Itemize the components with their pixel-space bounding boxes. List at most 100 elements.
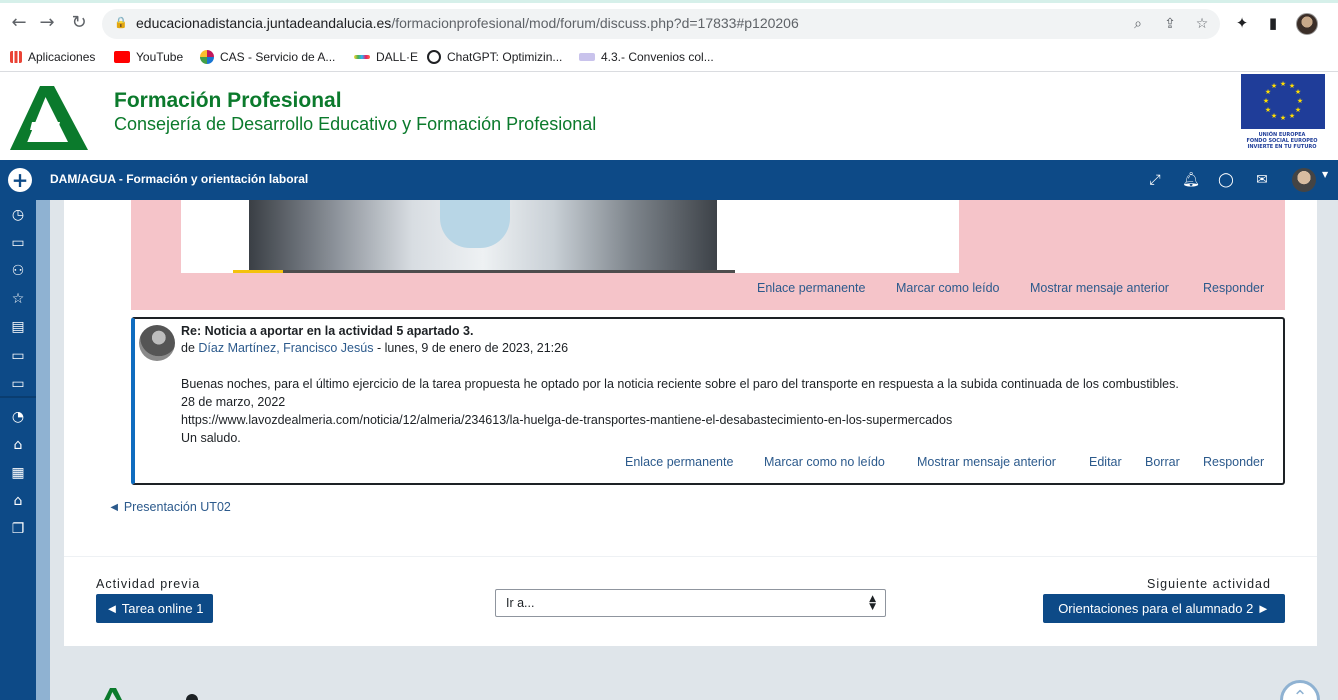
eu-line-3: INVIERTE EN TU FUTURO (1247, 144, 1317, 150)
bookmark-label: CAS - Servicio de A... (220, 50, 336, 64)
forward-icon[interactable]: → (36, 12, 58, 34)
post-body-url[interactable]: https://www.lavozdealmeria.com/noticia/1… (181, 413, 952, 427)
post-body-line: Buenas noches, para el último ejercicio … (181, 377, 1179, 391)
show-parent-link[interactable]: Mostrar mensaje anterior (917, 455, 1056, 469)
permalink-link[interactable]: Enlace permanente (625, 455, 733, 469)
bookmark-chatgpt[interactable]: ChatGPT: Optimizin... (427, 48, 562, 66)
bookmark-apps[interactable]: Aplicaciones (10, 48, 95, 66)
profile-avatar[interactable] (1296, 13, 1318, 35)
brand-subtitle: Consejería de Desarrollo Educativo y For… (114, 114, 597, 134)
footer-logo-icon (104, 688, 122, 700)
url-host: educacionadistancia.juntadeandalucia.es (136, 15, 392, 31)
author-link[interactable]: Díaz Martínez, Francisco Jesús (198, 341, 373, 355)
drawer-edge (36, 200, 50, 700)
svg-text:★: ★ (1271, 82, 1277, 90)
mail-icon[interactable]: ✉ (1252, 170, 1272, 190)
post-date: - lunes, 9 de enero de 2023, 21:26 (376, 341, 569, 355)
post-body-line: 28 de marzo, 2022 (181, 395, 286, 409)
brand-title: Formación Profesional (114, 89, 342, 112)
cas-icon (200, 50, 214, 64)
doc-icon (579, 53, 595, 61)
course-navbar: + DAM/AGUA - Formación y orientación lab… (0, 160, 1338, 200)
bookmark-label: 4.3.- Convenios col... (601, 50, 714, 64)
add-icon[interactable]: + (8, 168, 32, 192)
svg-text:★: ★ (1295, 106, 1301, 114)
delete-link[interactable]: Borrar (1145, 455, 1180, 469)
zoom-icon[interactable]: ⌕ (1128, 14, 1148, 34)
svg-text:★: ★ (1280, 114, 1286, 122)
address-bar[interactable]: 🔒 educacionadistancia.juntadeandalucia.e… (102, 9, 1220, 39)
previous-activity-label: Actividad previa (96, 577, 201, 591)
post-subject: Re: Noticia a aportar en la actividad 5 … (181, 324, 474, 338)
eu-logo: ★ ★ ★ ★ ★ ★ ★ ★ ★ ★ ★ ★ UNIÓN EUROPEA FONDO SOCI… (1238, 74, 1326, 154)
courses-cap-icon[interactable]: ⌂ (8, 491, 28, 511)
badges-star-icon[interactable]: ☆ (8, 289, 28, 309)
next-activity-button[interactable]: Orientaciones para el alumnado 2 ► (1043, 594, 1285, 623)
share-icon[interactable]: ⇪ (1160, 14, 1180, 34)
youtube-icon (114, 51, 130, 63)
eu-caption: UNIÓN EUROPEA FONDO SOCIAL EUROPEO INVIE… (1238, 132, 1326, 150)
url-path: /formacionprofesional/mod/forum/discuss.… (391, 15, 799, 31)
folder-icon[interactable]: ▭ (8, 233, 28, 253)
course-title[interactable]: DAM/AGUA - Formación y orientación labor… (50, 172, 308, 186)
user-menu-caret-icon[interactable]: ▼ (1322, 170, 1328, 179)
jump-to-value: Ir a... (506, 596, 535, 610)
post-image-mask-detail (440, 200, 510, 248)
show-parent-link[interactable]: Mostrar mensaje anterior (1030, 281, 1169, 295)
mark-unread-link[interactable]: Marcar como no leído (764, 455, 885, 469)
participants-icon[interactable]: ⚇ (8, 261, 28, 281)
previous-activity-button[interactable]: ◄ Tarea online 1 (96, 594, 213, 623)
post-body-line: Un saludo. (181, 431, 241, 445)
footer-accessibility-icon[interactable] (186, 694, 198, 700)
bookmarks-bar: Aplicaciones YouTube CAS - Servicio de A… (0, 42, 1338, 72)
bookmark-dalle[interactable]: DALL·E (354, 48, 418, 66)
bookmark-label: Aplicaciones (28, 50, 96, 64)
folder-icon[interactable]: ▭ (8, 374, 28, 394)
drawer-divider (0, 396, 36, 398)
home-icon[interactable]: ⌂ (8, 435, 28, 455)
gradebook-icon[interactable]: ▤ (8, 317, 28, 337)
svg-text:★: ★ (1295, 88, 1301, 96)
permalink-link[interactable]: Enlace permanente (757, 281, 865, 295)
calendar-icon[interactable]: ▦ (8, 463, 28, 483)
apps-grid-icon (10, 51, 22, 63)
bookmark-cas[interactable]: CAS - Servicio de A... (200, 48, 335, 66)
browser-toolbar: ← → ↻ 🔒 educacionadistancia.juntadeandal… (0, 0, 1338, 42)
footer (50, 646, 1338, 700)
lock-icon: 🔒 (114, 16, 128, 29)
bookmark-youtube[interactable]: YouTube (114, 48, 183, 66)
extensions-icon[interactable]: ✦ (1232, 13, 1252, 33)
eu-flag-icon: ★ ★ ★ ★ ★ ★ ★ ★ ★ ★ ★ ★ (1241, 74, 1325, 129)
reply-link[interactable]: Responder (1203, 455, 1264, 469)
reload-icon[interactable]: ↻ (68, 12, 90, 34)
media-progress-track[interactable] (233, 270, 735, 273)
folder-icon[interactable]: ▭ (8, 346, 28, 366)
dalle-icon (354, 55, 370, 59)
user-avatar[interactable] (1292, 168, 1316, 192)
edit-link[interactable]: Editar (1089, 455, 1122, 469)
dashboard-gauge-icon[interactable]: ◔ (8, 407, 28, 427)
jump-to-select[interactable]: Ir a... ▲ ▼ (495, 589, 886, 617)
svg-text:★: ★ (1289, 112, 1295, 120)
svg-text:★: ★ (1280, 80, 1286, 88)
junta-logo[interactable] (10, 82, 90, 152)
bookmark-convenios[interactable]: 4.3.- Convenios col... (579, 48, 714, 66)
svg-text:★: ★ (1263, 97, 1269, 105)
star-icon[interactable]: ☆ (1192, 14, 1212, 34)
chatgpt-icon (427, 50, 441, 64)
content-bank-icon[interactable]: ❐ (8, 519, 28, 539)
recent-clock-icon[interactable]: ◷ (8, 205, 28, 225)
select-arrows-icon: ▲ ▼ (869, 594, 876, 612)
side-panel-icon[interactable]: ▮ (1263, 13, 1283, 33)
url-text[interactable]: educacionadistancia.juntadeandalucia.es/… (136, 15, 799, 31)
reply-link[interactable]: Responder (1203, 281, 1264, 295)
previous-discussion-link[interactable]: ◄ Presentación UT02 (108, 500, 231, 514)
messages-bubble-icon[interactable]: ◯ (1216, 170, 1236, 190)
media-progress-fill (233, 270, 284, 273)
fullscreen-icon[interactable]: ⤢ (1145, 170, 1165, 190)
author-avatar[interactable] (139, 325, 175, 361)
post-byline: de Díaz Martínez, Francisco Jesús - lune… (181, 341, 568, 355)
back-icon[interactable]: ← (8, 12, 30, 34)
notifications-bell-icon[interactable]: 🔔︎ (1181, 170, 1201, 190)
mark-read-link[interactable]: Marcar como leído (896, 281, 1000, 295)
